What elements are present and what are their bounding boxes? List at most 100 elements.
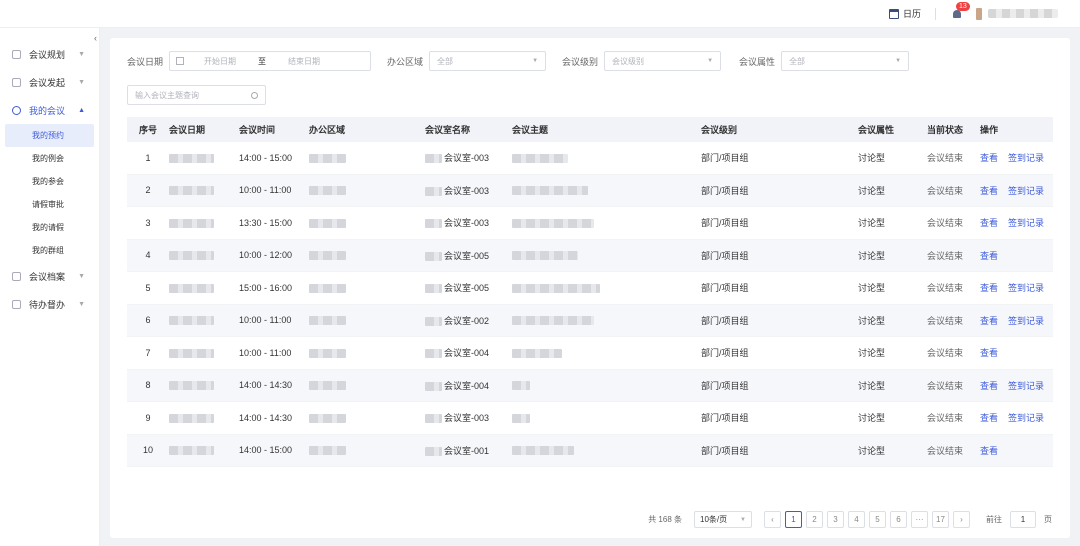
- redacted-text: [512, 381, 530, 391]
- signin-record-link[interactable]: 签到记录: [1008, 413, 1044, 423]
- attr-select[interactable]: 全部 ▼: [781, 51, 910, 71]
- search-input[interactable]: 输入会议主题查询: [127, 85, 266, 105]
- status-text: 会议结束: [927, 153, 964, 164]
- calendar-icon: [176, 57, 185, 65]
- view-link[interactable]: 查看: [980, 283, 998, 293]
- meeting-topic-blurred: [512, 348, 701, 358]
- sidebar-item-0[interactable]: 会议规划 ▼: [0, 40, 99, 68]
- room-name-text: 会议室-003: [444, 218, 490, 229]
- sidebar-subitem-5[interactable]: 我的群组: [5, 239, 94, 262]
- meeting-topic-blurred: [512, 315, 701, 326]
- sidebar-menu: 会议规划 ▼ 会议发起 ▼ 我的会议 ▲ 我的预约 我的例会 我的参会 请假审批 我的请假 我的群组会…: [0, 40, 99, 318]
- avatar[interactable]: [976, 7, 982, 20]
- page-button-7[interactable]: 17: [932, 511, 949, 528]
- redacted-text: [169, 348, 214, 358]
- prev-page-button[interactable]: ‹: [764, 511, 781, 528]
- view-link[interactable]: 查看: [980, 186, 998, 196]
- redacted-text: [512, 251, 578, 261]
- redacted-text: [169, 186, 214, 196]
- page-size-select[interactable]: 10条/页 ▼: [694, 511, 752, 528]
- search-icon[interactable]: [251, 91, 258, 99]
- page-button-1[interactable]: 2: [806, 511, 823, 528]
- goto-page-input[interactable]: 1: [1010, 511, 1036, 528]
- meeting-table: 序号 会议日期 会议时间 办公区域 会议室名称 会议主题 会议级别 会议属性 当前状态 操作 11…: [127, 117, 1053, 467]
- meeting-level: 部门/项目组: [701, 380, 749, 391]
- redacted-text: [512, 348, 562, 358]
- redacted-text: [309, 413, 346, 423]
- sidebar-item-3[interactable]: 会议档案 ▼: [0, 262, 99, 290]
- date-range-separator: 至: [258, 56, 267, 66]
- redacted-text: [309, 251, 346, 261]
- view-link[interactable]: 查看: [980, 251, 998, 261]
- chevron-down-icon: ▼: [707, 58, 714, 64]
- row-actions: 查看: [980, 249, 1053, 262]
- redacted-text: [512, 283, 600, 293]
- area-select[interactable]: 全部 ▼: [429, 51, 547, 71]
- notification-button[interactable]: 13: [950, 1, 970, 21]
- redacted-text: [512, 218, 594, 228]
- sidebar-subitem-2[interactable]: 我的参会: [5, 170, 94, 193]
- redacted-text: [309, 316, 346, 326]
- meeting-topic-blurred: [512, 153, 701, 163]
- meeting-date-blurred: [169, 445, 239, 456]
- room-name: 会议室-003: [425, 184, 512, 197]
- meeting-date-blurred: [169, 348, 239, 358]
- redacted-text: [512, 316, 594, 326]
- signin-record-link[interactable]: 签到记录: [1008, 381, 1044, 391]
- page-button-5[interactable]: 6: [890, 511, 907, 528]
- sidebar-item-1[interactable]: 会议发起 ▼: [0, 68, 99, 96]
- sidebar-subitem-4[interactable]: 我的请假: [5, 216, 94, 239]
- row-number: 3: [145, 217, 151, 228]
- view-link[interactable]: 查看: [980, 446, 998, 456]
- view-link[interactable]: 查看: [980, 218, 998, 228]
- meeting-topic-blurred: [512, 380, 701, 391]
- chevron-up-icon: ▲: [78, 106, 85, 114]
- meeting-level: 部门/项目组: [701, 250, 749, 261]
- level-select[interactable]: 会议级别 ▼: [604, 51, 722, 71]
- signin-record-link[interactable]: 签到记录: [1008, 218, 1044, 228]
- view-link[interactable]: 查看: [980, 413, 998, 423]
- column-header: 操作: [980, 125, 999, 135]
- calendar-button[interactable]: 日历: [888, 7, 921, 20]
- redacted-text: [169, 218, 214, 228]
- column-header: 办公区域: [309, 125, 346, 135]
- chevron-down-icon: ▼: [78, 300, 85, 308]
- signin-record-link[interactable]: 签到记录: [1008, 283, 1044, 293]
- sidebar-subitem-1[interactable]: 我的例会: [5, 147, 94, 170]
- page-size-value: 10条/页: [700, 515, 728, 524]
- sidebar-item-2[interactable]: 我的会议 ▲: [0, 96, 99, 124]
- date-range-picker[interactable]: 开始日期 至 结束日期: [169, 51, 372, 71]
- signin-record-link[interactable]: 签到记录: [1008, 316, 1044, 326]
- signin-record-link[interactable]: 签到记录: [1008, 153, 1044, 163]
- chevron-down-icon: ▼: [740, 516, 746, 523]
- room-name: 会议室-005: [425, 281, 512, 294]
- view-link[interactable]: 查看: [980, 153, 998, 163]
- next-page-button[interactable]: ›: [953, 511, 970, 528]
- signin-record-link[interactable]: 签到记录: [1008, 186, 1044, 196]
- view-link[interactable]: 查看: [980, 316, 998, 326]
- calendar-icon: [888, 8, 899, 19]
- redacted-text: [169, 381, 214, 391]
- username-blurred[interactable]: [988, 9, 1058, 18]
- page-button-2[interactable]: 3: [827, 511, 844, 528]
- meeting-time: 14:00 - 14:30: [239, 412, 293, 423]
- room-name-text: 会议室-003: [444, 153, 490, 164]
- meeting-date-blurred: [169, 283, 239, 293]
- level-select-placeholder: 会议级别: [612, 56, 645, 66]
- page-button-6[interactable]: ···: [911, 511, 928, 528]
- level-filter-label: 会议级别: [562, 56, 599, 67]
- date-end-placeholder: 结束日期: [288, 56, 321, 66]
- office-area-blurred: [309, 380, 425, 391]
- meeting-time: 13:30 - 15:00: [239, 217, 293, 228]
- date-filter-label: 会议日期: [127, 56, 164, 67]
- sidebar-subitem-3[interactable]: 请假审批: [5, 193, 94, 216]
- sidebar-item-4[interactable]: 待办督办 ▼: [0, 290, 99, 318]
- view-link[interactable]: 查看: [980, 381, 998, 391]
- view-link[interactable]: 查看: [980, 348, 998, 358]
- sidebar-subitem-0[interactable]: 我的预约: [5, 124, 94, 147]
- row-number: 10: [142, 445, 153, 456]
- row-number: 8: [145, 380, 151, 391]
- page-button-0[interactable]: 1: [785, 511, 802, 528]
- page-button-3[interactable]: 4: [848, 511, 865, 528]
- page-button-4[interactable]: 5: [869, 511, 886, 528]
